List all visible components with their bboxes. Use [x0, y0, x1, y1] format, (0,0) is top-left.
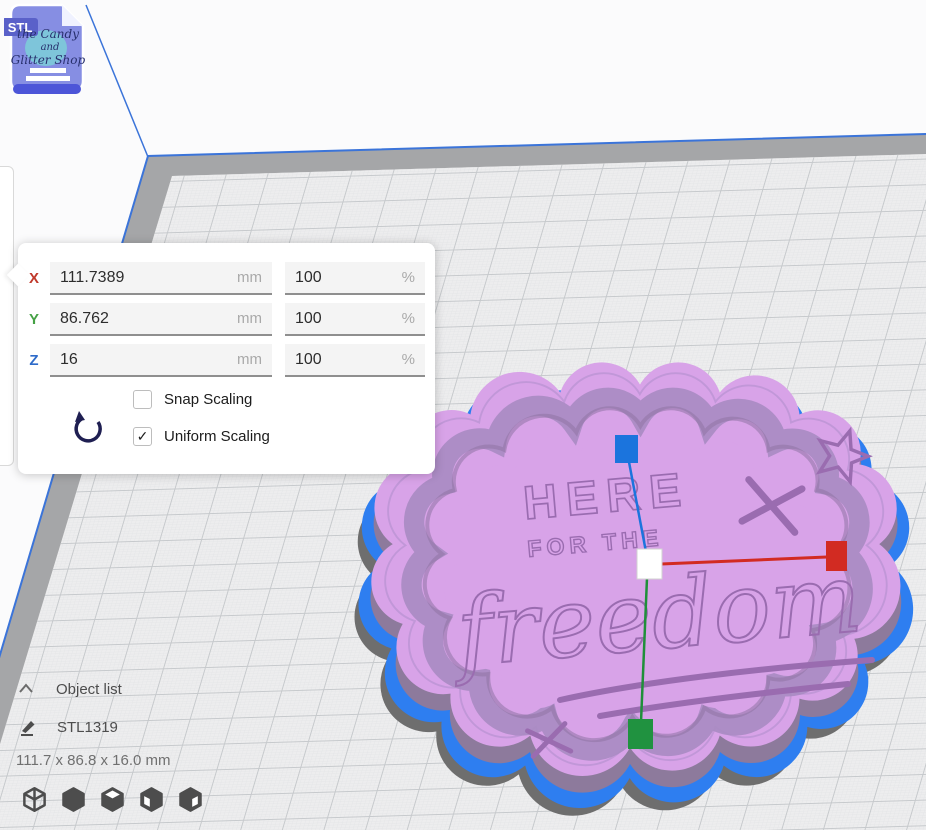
view-right-button[interactable]	[177, 786, 204, 813]
x-size-input[interactable]: 111.7389 mm	[50, 262, 272, 295]
z-size-unit: mm	[237, 351, 262, 368]
z-size-input[interactable]: 16 mm	[50, 344, 272, 377]
y-percent-value: 100	[295, 310, 322, 328]
uniform-scale-handle[interactable]	[637, 549, 662, 579]
chevron-up-icon	[16, 680, 36, 698]
x-percent-input[interactable]: 100 %	[285, 262, 425, 295]
scale-tool-panel: X 111.7389 mm 100 % Y 86.762 mm 100 % Z	[18, 243, 435, 474]
y-scale-handle[interactable]	[628, 719, 653, 749]
view-3d-button[interactable]	[21, 786, 48, 813]
z-axis-label: Z	[18, 352, 50, 369]
pencil-icon	[18, 717, 38, 737]
checkmark-icon: ✓	[137, 428, 149, 445]
view-top-button[interactable]	[99, 786, 126, 813]
svg-text:and: and	[41, 42, 60, 53]
selected-object-row[interactable]: STL1319	[18, 717, 118, 737]
cube-top-icon	[99, 786, 126, 813]
snap-scaling-checkbox[interactable]	[133, 390, 152, 409]
object-list-toggle[interactable]: Object list	[16, 680, 122, 698]
svg-text:the Candy: the Candy	[17, 27, 79, 41]
y-size-value: 86.762	[60, 310, 109, 328]
x-size-value: 111.7389	[60, 269, 124, 287]
view-left-button[interactable]	[138, 786, 165, 813]
reset-arrow-icon	[76, 418, 100, 441]
y-axis-label: Y	[18, 311, 50, 328]
z-percent-value: 100	[295, 351, 322, 369]
z-size-value: 16	[60, 351, 78, 369]
snap-scaling-label: Snap Scaling	[164, 391, 252, 408]
camera-view-buttons	[21, 786, 204, 813]
x-scale-handle[interactable]	[826, 541, 847, 571]
object-list-label: Object list	[56, 681, 122, 698]
y-percent-unit: %	[402, 310, 415, 327]
x-percent-value: 100	[295, 269, 322, 287]
reset-scale-button[interactable]	[70, 409, 108, 447]
uniform-scaling-label: Uniform Scaling	[164, 428, 270, 445]
model-name: STL1319	[57, 719, 118, 736]
z-scale-handle[interactable]	[615, 435, 638, 463]
y-percent-input[interactable]: 100 %	[285, 303, 425, 336]
cube-3d-icon	[21, 786, 48, 813]
z-percent-input[interactable]: 100 %	[285, 344, 425, 377]
stl-file-watermark: STL the Candy and Glitter Shop	[4, 2, 92, 98]
cube-right-icon	[177, 786, 204, 813]
uniform-scaling-checkbox[interactable]: ✓	[133, 427, 152, 446]
svg-text:Glitter Shop: Glitter Shop	[11, 53, 86, 67]
view-front-button[interactable]	[60, 786, 87, 813]
y-size-input[interactable]: 86.762 mm	[50, 303, 272, 336]
x-size-unit: mm	[237, 269, 262, 286]
x-axis-label: X	[18, 270, 50, 287]
cube-front-icon	[60, 786, 87, 813]
left-toolbar[interactable]	[0, 166, 14, 466]
cube-left-icon	[138, 786, 165, 813]
model-dimensions: 111.7 x 86.8 x 16.0 mm	[16, 752, 171, 769]
x-percent-unit: %	[402, 269, 415, 286]
y-size-unit: mm	[237, 310, 262, 327]
z-percent-unit: %	[402, 351, 415, 368]
slicer-window: HERE FOR THE freedom	[0, 0, 926, 830]
